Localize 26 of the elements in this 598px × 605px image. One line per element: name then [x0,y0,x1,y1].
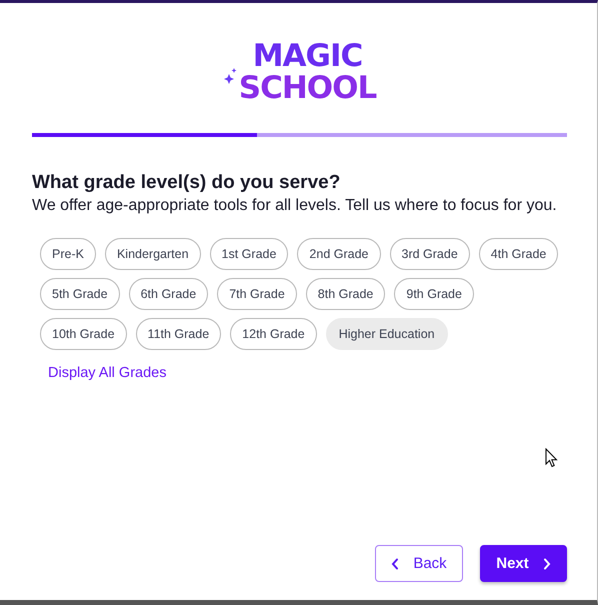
question-subtitle: We offer age-appropriate tools for all levels. Tell us where to focus for you. [32,196,558,216]
question-title: What grade level(s) do you serve? [32,172,342,194]
logo-text: SCHOOL [238,72,376,104]
back-button[interactable]: Back [375,545,463,582]
grade-chip[interactable]: 6th Grade [128,278,208,310]
grade-chip[interactable]: 10th Grade [40,318,127,350]
grade-chip[interactable]: 12th Grade [230,318,317,350]
grade-chip[interactable]: 3rd Grade [390,238,470,270]
cursor-icon [545,448,558,468]
logo-text: MAGIC [252,40,362,72]
next-button[interactable]: Next [480,545,567,582]
grade-chip[interactable]: 7th Grade [217,278,297,310]
grade-chip[interactable]: 9th Grade [394,278,474,310]
grade-chip[interactable]: 11th Grade [136,318,222,350]
grade-chip[interactable]: 2nd Grade [297,238,380,270]
grade-chip[interactable]: Pre-K [40,238,96,270]
chevron-right-icon [542,558,551,570]
chevron-left-icon [391,558,400,570]
sparkle-icon [222,68,237,84]
grade-chip[interactable]: Higher Education [326,318,448,350]
grade-chip[interactable]: 4th Grade [478,238,558,270]
grade-chip[interactable]: 8th Grade [306,278,386,310]
grade-chip[interactable]: 5th Grade [40,278,120,310]
display-all-link[interactable]: Display All Grades [48,365,166,381]
grade-chip[interactable]: 1st Grade [210,238,288,270]
grade-chip[interactable]: Kindergarten [104,238,201,270]
